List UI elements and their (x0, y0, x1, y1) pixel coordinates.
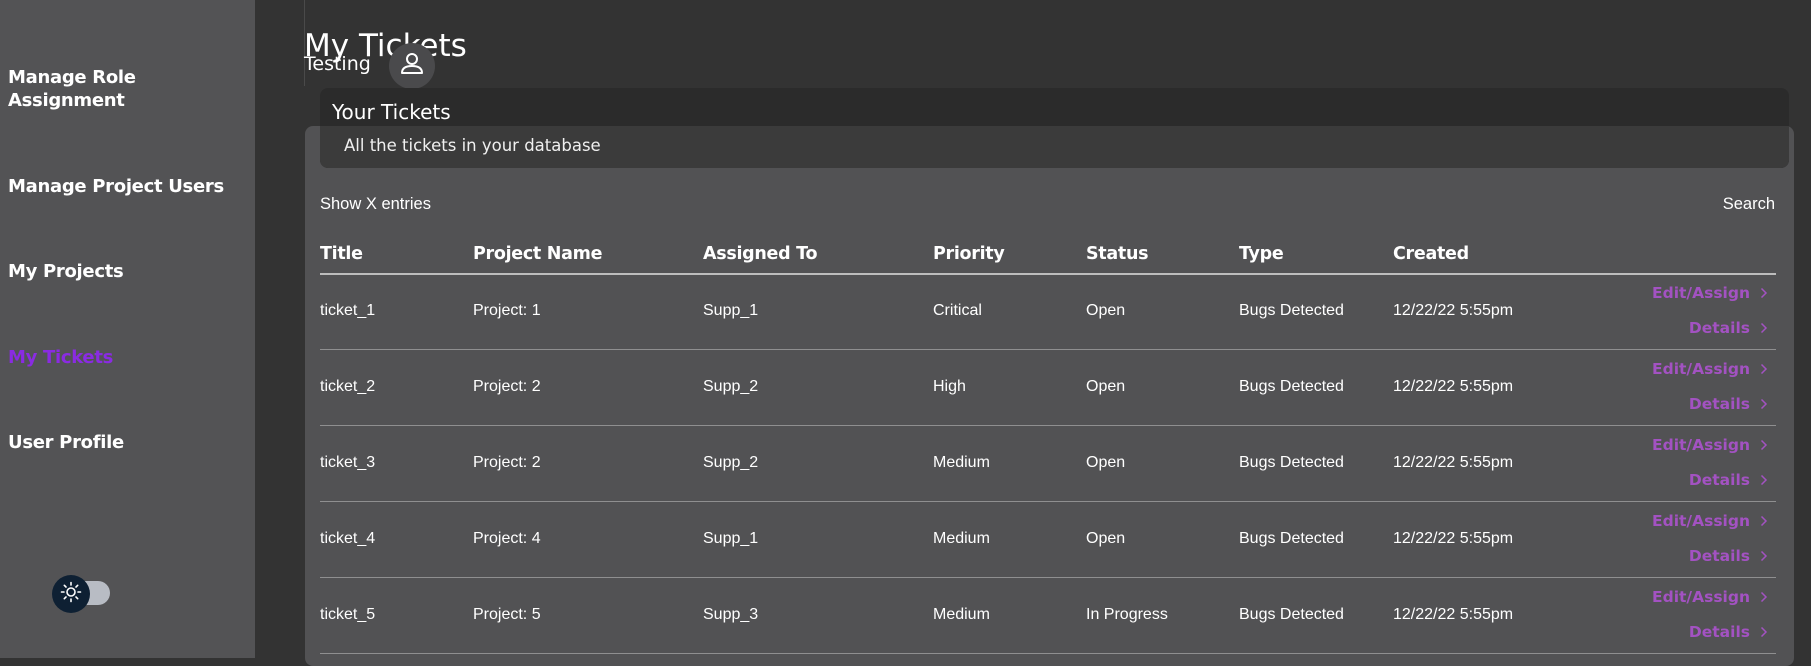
cell-priority: High (933, 378, 966, 395)
cell-project: Project: 4 (473, 530, 541, 547)
chevron-right-icon (1760, 474, 1768, 486)
cell-priority: Critical (933, 302, 982, 319)
sidebar: Manage Role Assignment Manage Project Us… (0, 0, 255, 658)
chevron-right-icon (1760, 515, 1768, 527)
cell-type: Bugs Detected (1239, 454, 1344, 471)
cell-status: Open (1086, 378, 1126, 395)
cell-project: Project: 5 (473, 606, 541, 623)
table-row: ticket_5 Project: 5 Supp_3 Medium In Pro… (320, 578, 1776, 654)
column-header-assigned-to[interactable]: Assigned To (703, 244, 817, 264)
cell-title: ticket_5 (320, 606, 376, 623)
user-name: Testing (304, 53, 371, 75)
edit-assign-label: Edit/Assign (1652, 436, 1750, 454)
card-subtitle: All the tickets in your database (344, 136, 601, 155)
show-entries-select[interactable]: Show X entries (320, 195, 431, 214)
edit-assign-label: Edit/Assign (1652, 512, 1750, 530)
cell-created: 12/22/22 5:55pm (1393, 302, 1514, 319)
details-label: Details (1688, 623, 1750, 641)
edit-assign-link[interactable]: Edit/Assign (1652, 360, 1768, 378)
column-header-created[interactable]: Created (1393, 244, 1469, 264)
search-input[interactable]: Search (1723, 195, 1775, 214)
sidebar-item-my-projects[interactable]: My Projects (8, 260, 238, 283)
cell-assigned: Supp_2 (703, 454, 759, 471)
chevron-right-icon (1760, 398, 1768, 410)
theme-toggle[interactable] (52, 575, 112, 613)
cell-project: Project: 2 (473, 378, 541, 395)
avatar[interactable] (389, 43, 435, 89)
column-header-title[interactable]: Title (320, 244, 363, 264)
table-row: ticket_2 Project: 2 Supp_2 High Open Bug… (320, 350, 1776, 426)
edit-assign-label: Edit/Assign (1652, 588, 1750, 606)
edit-assign-link[interactable]: Edit/Assign (1652, 512, 1768, 530)
chevron-right-icon (1760, 591, 1768, 603)
table-body: ticket_1 Project: 1 Supp_1 Critical Open… (320, 274, 1776, 654)
edit-assign-link[interactable]: Edit/Assign (1652, 284, 1768, 302)
details-link[interactable]: Details (1689, 547, 1768, 565)
details-link[interactable]: Details (1689, 319, 1768, 337)
sun-icon (60, 581, 82, 608)
sidebar-item-my-tickets[interactable]: My Tickets (8, 346, 238, 369)
cell-created: 12/22/22 5:55pm (1393, 530, 1514, 547)
cell-title: ticket_1 (320, 302, 376, 319)
cell-status: In Progress (1086, 606, 1168, 623)
cell-assigned: Supp_1 (703, 530, 759, 547)
cell-project: Project: 2 (473, 454, 541, 471)
cell-assigned: Supp_1 (703, 302, 759, 319)
details-link[interactable]: Details (1689, 623, 1768, 641)
edit-assign-label: Edit/Assign (1652, 284, 1750, 302)
chevron-right-icon (1760, 439, 1768, 451)
cell-project: Project: 1 (473, 302, 541, 319)
cell-created: 12/22/22 5:55pm (1393, 606, 1514, 623)
table-row: ticket_4 Project: 4 Supp_1 Medium Open B… (320, 502, 1776, 578)
details-label: Details (1688, 395, 1750, 413)
chevron-right-icon (1760, 363, 1768, 375)
card-title: Your Tickets (332, 100, 451, 124)
details-label: Details (1688, 319, 1750, 337)
sidebar-item-manage-role-assignment[interactable]: Manage Role Assignment (8, 66, 238, 112)
cell-created: 12/22/22 5:55pm (1393, 454, 1514, 471)
edit-assign-link[interactable]: Edit/Assign (1652, 436, 1768, 454)
column-header-status[interactable]: Status (1086, 244, 1149, 264)
cell-title: ticket_4 (320, 530, 376, 547)
cell-assigned: Supp_3 (703, 606, 759, 623)
column-header-project-name[interactable]: Project Name (473, 244, 602, 264)
details-link[interactable]: Details (1689, 471, 1768, 489)
cell-type: Bugs Detected (1239, 606, 1344, 623)
chevron-right-icon (1760, 550, 1768, 562)
chevron-right-icon (1760, 322, 1768, 334)
cell-priority: Medium (933, 454, 990, 471)
edit-assign-label: Edit/Assign (1652, 360, 1750, 378)
sidebar-item-manage-project-users[interactable]: Manage Project Users (8, 175, 238, 198)
chevron-right-icon (1760, 287, 1768, 299)
cell-priority: Medium (933, 606, 990, 623)
sidebar-item-user-profile[interactable]: User Profile (8, 431, 238, 454)
cell-priority: Medium (933, 530, 990, 547)
table-header: Title Project Name Assigned To Priority … (320, 244, 1776, 275)
cell-assigned: Supp_2 (703, 378, 759, 395)
cell-status: Open (1086, 454, 1126, 471)
card-header: Your Tickets All the tickets in your dat… (320, 88, 1789, 168)
column-header-type[interactable]: Type (1239, 244, 1284, 264)
edit-assign-link[interactable]: Edit/Assign (1652, 588, 1768, 606)
details-link[interactable]: Details (1689, 395, 1768, 413)
cell-created: 12/22/22 5:55pm (1393, 378, 1514, 395)
cell-status: Open (1086, 302, 1126, 319)
details-label: Details (1688, 547, 1750, 565)
toggle-knob[interactable] (52, 575, 90, 613)
cell-title: ticket_2 (320, 378, 376, 395)
table-row: ticket_3 Project: 2 Supp_2 Medium Open B… (320, 426, 1776, 502)
details-label: Details (1688, 471, 1750, 489)
cell-title: ticket_3 (320, 454, 376, 471)
cell-type: Bugs Detected (1239, 530, 1344, 547)
cell-type: Bugs Detected (1239, 378, 1344, 395)
cell-type: Bugs Detected (1239, 302, 1344, 319)
chevron-right-icon (1760, 626, 1768, 638)
cell-status: Open (1086, 530, 1126, 547)
user-icon (398, 50, 426, 83)
column-header-priority[interactable]: Priority (933, 244, 1005, 264)
table-row: ticket_1 Project: 1 Supp_1 Critical Open… (320, 274, 1776, 350)
